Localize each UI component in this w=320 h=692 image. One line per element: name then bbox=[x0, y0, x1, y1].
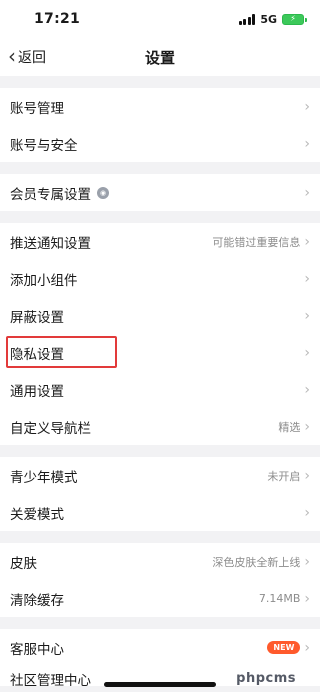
section-gap bbox=[0, 211, 320, 223]
settings-group-general: 推送通知设置 可能错过重要信息 › 添加小组件 › 屏蔽设置 › 隐私设置 › … bbox=[0, 223, 320, 445]
settings-item-value: 可能错过重要信息 bbox=[212, 235, 301, 249]
chevron-right-icon: › bbox=[304, 590, 310, 607]
status-bar: 17:21 5G ⚡ bbox=[0, 0, 320, 38]
settings-item-vip-settings[interactable]: 会员专属设置 ◉ › bbox=[0, 174, 320, 211]
settings-item-general-settings[interactable]: 通用设置 › bbox=[0, 371, 320, 408]
settings-item-custom-navbar[interactable]: 自定义导航栏 精选 › bbox=[0, 408, 320, 445]
chevron-right-icon: › bbox=[304, 381, 310, 398]
chevron-right-icon: › bbox=[304, 553, 310, 570]
settings-item-label: 皮肤 bbox=[10, 555, 37, 572]
settings-item-label: 关爱模式 bbox=[10, 506, 64, 523]
settings-item-label: 隐私设置 bbox=[10, 346, 64, 363]
settings-item-push-notifications[interactable]: 推送通知设置 可能错过重要信息 › bbox=[0, 223, 320, 260]
settings-group-appearance: 皮肤 深色皮肤全新上线 › 清除缓存 7.14MB › bbox=[0, 543, 320, 617]
battery-charging-icon: ⚡ bbox=[282, 13, 307, 25]
chevron-right-icon: › bbox=[304, 504, 310, 521]
chevron-right-icon: › bbox=[304, 135, 310, 152]
section-gap bbox=[0, 617, 320, 629]
page-title: 设置 bbox=[144, 48, 175, 67]
settings-item-add-widget[interactable]: 添加小组件 › bbox=[0, 260, 320, 297]
watermark-logo: phpcms bbox=[236, 671, 296, 686]
settings-item-label: 青少年模式 bbox=[10, 469, 78, 486]
settings-item-value: 精选 bbox=[278, 420, 301, 434]
section-gap bbox=[0, 162, 320, 174]
settings-group-vip: 会员专属设置 ◉ › bbox=[0, 174, 320, 211]
settings-item-label: 账号管理 bbox=[10, 100, 64, 117]
section-gap bbox=[0, 76, 320, 88]
settings-item-label-wrap: 会员专属设置 ◉ bbox=[10, 183, 304, 203]
status-indicators: 5G ⚡ bbox=[238, 12, 307, 26]
chevron-right-icon: › bbox=[304, 184, 310, 201]
back-label: 返回 bbox=[18, 50, 46, 66]
home-indicator[interactable] bbox=[104, 682, 216, 687]
settings-item-block-settings[interactable]: 屏蔽设置 › bbox=[0, 297, 320, 334]
settings-item-care-mode[interactable]: 关爱模式 › bbox=[0, 494, 320, 531]
chevron-right-icon: › bbox=[304, 270, 310, 287]
chevron-right-icon: › bbox=[304, 639, 310, 656]
chevron-right-icon: › bbox=[304, 307, 310, 324]
status-time: 17:21 bbox=[34, 11, 81, 27]
settings-item-label: 社区管理中心 bbox=[10, 673, 91, 686]
settings-group-account: 账号管理 › 账号与安全 › bbox=[0, 88, 320, 162]
settings-item-clear-cache[interactable]: 清除缓存 7.14MB › bbox=[0, 580, 320, 617]
settings-item-label: 账号与安全 bbox=[10, 137, 78, 154]
chevron-right-icon: › bbox=[304, 98, 310, 115]
settings-item-skin[interactable]: 皮肤 深色皮肤全新上线 › bbox=[0, 543, 320, 580]
section-gap bbox=[0, 531, 320, 543]
settings-item-label: 通用设置 bbox=[10, 383, 64, 400]
cellular-signal-icon bbox=[238, 13, 256, 25]
settings-item-account-security[interactable]: 账号与安全 › bbox=[0, 125, 320, 162]
section-gap bbox=[0, 445, 320, 457]
cache-size: 7.14MB bbox=[258, 592, 301, 605]
new-badge: NEW bbox=[267, 641, 301, 654]
settings-item-value: 深色皮肤全新上线 bbox=[212, 555, 301, 569]
chevron-right-icon: › bbox=[304, 344, 310, 361]
settings-item-label: 自定义导航栏 bbox=[10, 420, 91, 437]
settings-item-label: 客服中心 bbox=[10, 641, 64, 658]
settings-item-label: 清除缓存 bbox=[10, 592, 64, 609]
settings-item-privacy-settings[interactable]: 隐私设置 › bbox=[0, 334, 320, 371]
settings-item-teen-mode[interactable]: 青少年模式 未开启 › bbox=[0, 457, 320, 494]
settings-item-label: 推送通知设置 bbox=[10, 235, 91, 252]
chevron-left-icon: ‹ bbox=[8, 44, 16, 68]
back-button[interactable]: ‹ 返回 bbox=[8, 38, 46, 76]
settings-group-modes: 青少年模式 未开启 › 关爱模式 › bbox=[0, 457, 320, 531]
settings-item-account-management[interactable]: 账号管理 › bbox=[0, 88, 320, 125]
settings-item-label: 会员专属设置 bbox=[10, 186, 91, 203]
nav-bar: ‹ 返回 设置 bbox=[0, 38, 320, 76]
chevron-right-icon: › bbox=[304, 467, 310, 484]
network-type: 5G bbox=[260, 12, 277, 26]
settings-item-label: 添加小组件 bbox=[10, 272, 78, 289]
vip-badge-icon: ◉ bbox=[97, 186, 109, 199]
chevron-right-icon: › bbox=[304, 418, 310, 435]
chevron-right-icon: › bbox=[304, 233, 310, 250]
settings-item-value: 未开启 bbox=[267, 469, 301, 483]
settings-item-customer-service[interactable]: 客服中心 NEW › bbox=[0, 629, 320, 666]
settings-item-label: 屏蔽设置 bbox=[10, 309, 64, 326]
